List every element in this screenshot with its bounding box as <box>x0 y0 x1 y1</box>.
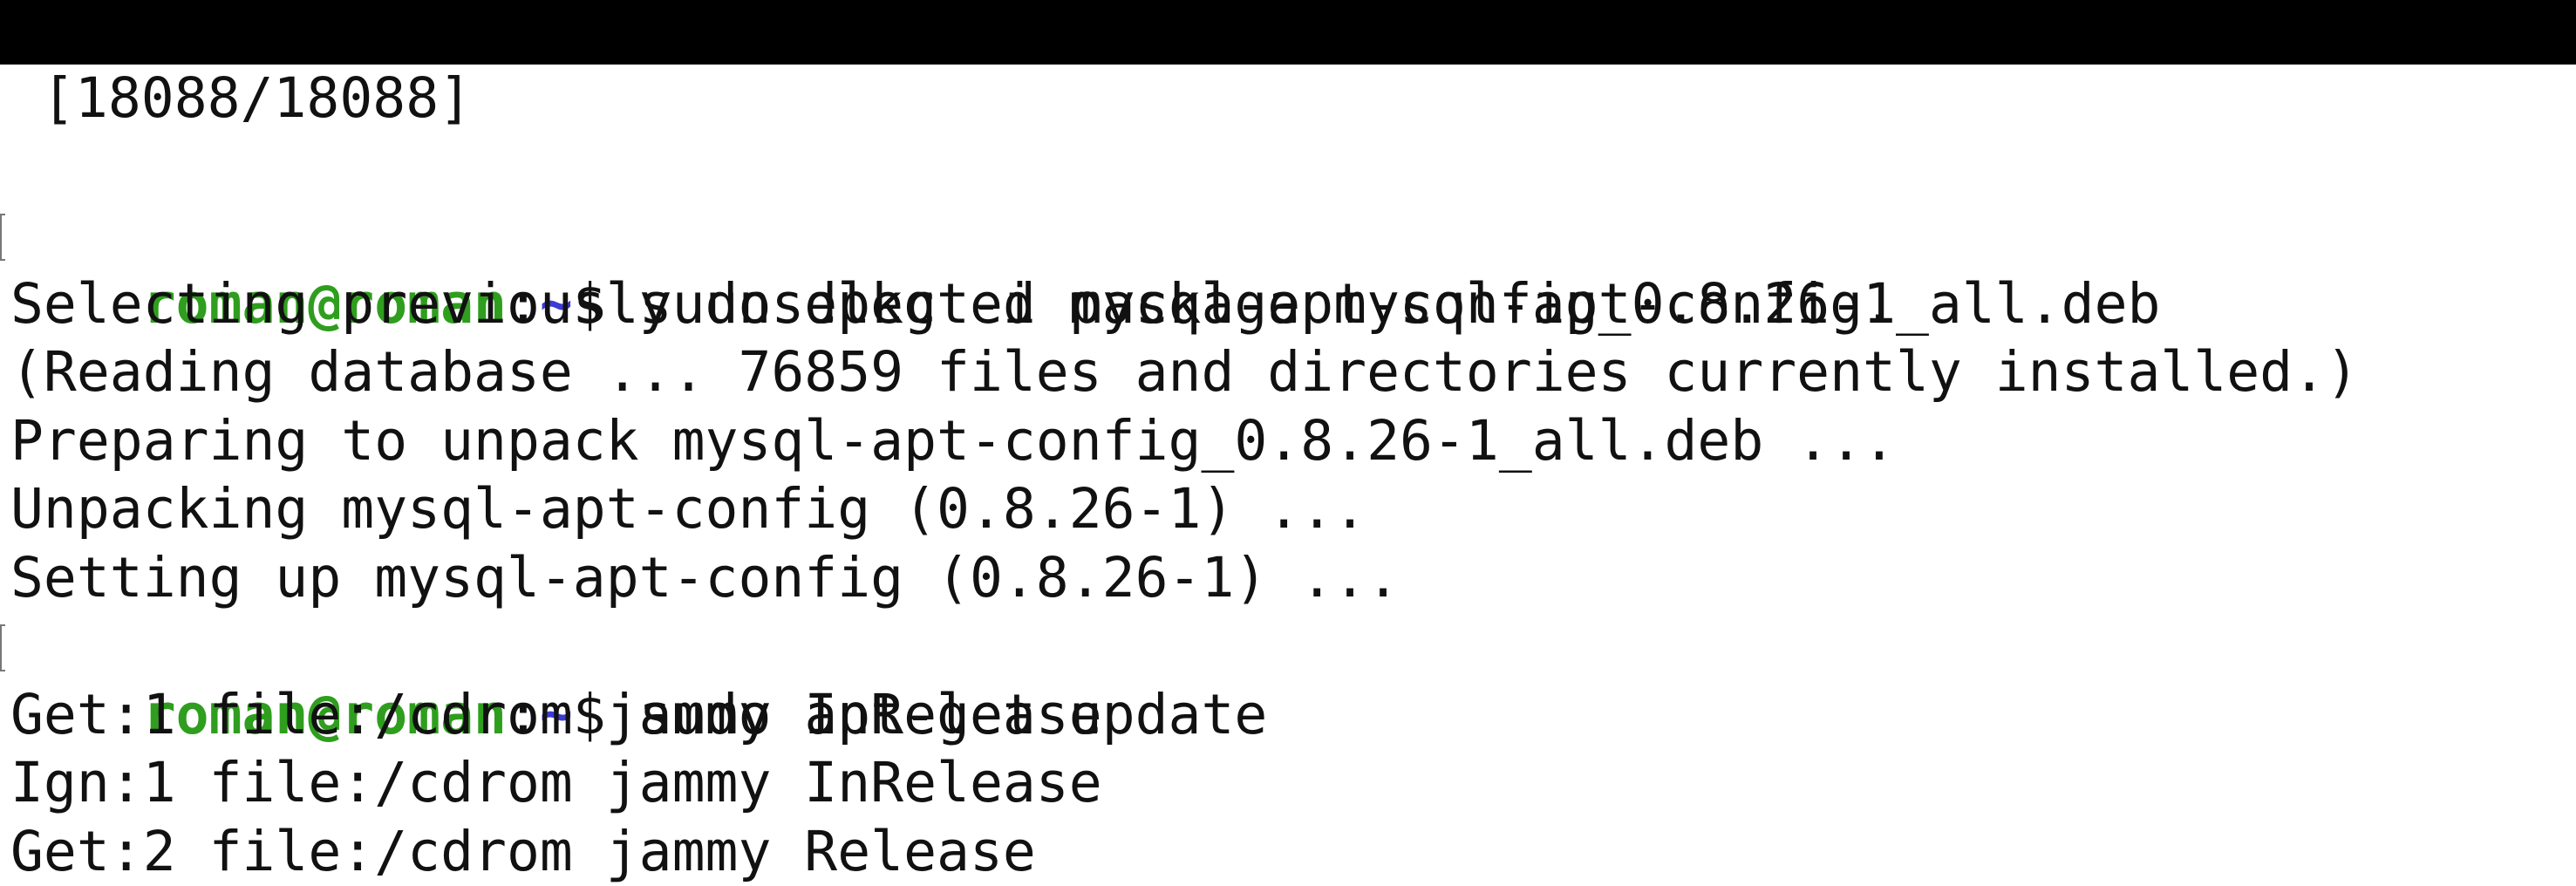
terminal-line: Get:2 file:/cdrom jammy Release <box>0 818 2576 886</box>
terminal-prompt-line: roman@roman:~$ sudo dpkg -i mysql-apt-co… <box>0 201 2576 270</box>
terminal-prompt-line: roman@roman:~$ sudo apt-get update <box>0 612 2576 681</box>
terminal-line: Preparing to unpack mysql-apt-config_0.8… <box>0 407 2576 476</box>
terminal-line-blank <box>0 133 2576 202</box>
window-titlebar <box>0 0 2576 65</box>
terminal-line: Unpacking mysql-apt-config (0.8.26-1) ..… <box>0 475 2576 544</box>
terminal-output[interactable]: [18088/18088] roman@roman:~$ sudo dpkg -… <box>0 65 2576 871</box>
output-text: (Reading database ... 76859 files and di… <box>10 340 2359 404</box>
output-text: Selecting previously unselected package … <box>10 272 1896 336</box>
output-text: Unpacking mysql-apt-config (0.8.26-1) ..… <box>10 477 1366 541</box>
line-marker <box>0 214 5 261</box>
line-marker <box>0 624 5 671</box>
output-text: Get:1 file:/cdrom jammy InRelease <box>10 683 1102 746</box>
terminal-line: Selecting previously unselected package … <box>0 270 2576 339</box>
progress-text: [18088/18088] <box>42 66 472 130</box>
output-text: Setting up mysql-apt-config (0.8.26-1) .… <box>10 546 1400 610</box>
output-text: Get:2 file:/cdrom jammy Release <box>10 820 1036 883</box>
output-text: Preparing to unpack mysql-apt-config_0.8… <box>10 409 1896 473</box>
terminal-line: (Reading database ... 76859 files and di… <box>0 338 2576 407</box>
terminal-line: [18088/18088] <box>0 65 2576 133</box>
terminal-line: Setting up mysql-apt-config (0.8.26-1) .… <box>0 544 2576 613</box>
terminal-line: Ign:1 file:/cdrom jammy InRelease <box>0 749 2576 818</box>
output-text: Ign:1 file:/cdrom jammy InRelease <box>10 751 1102 814</box>
terminal-line: Get:1 file:/cdrom jammy InRelease <box>0 681 2576 750</box>
